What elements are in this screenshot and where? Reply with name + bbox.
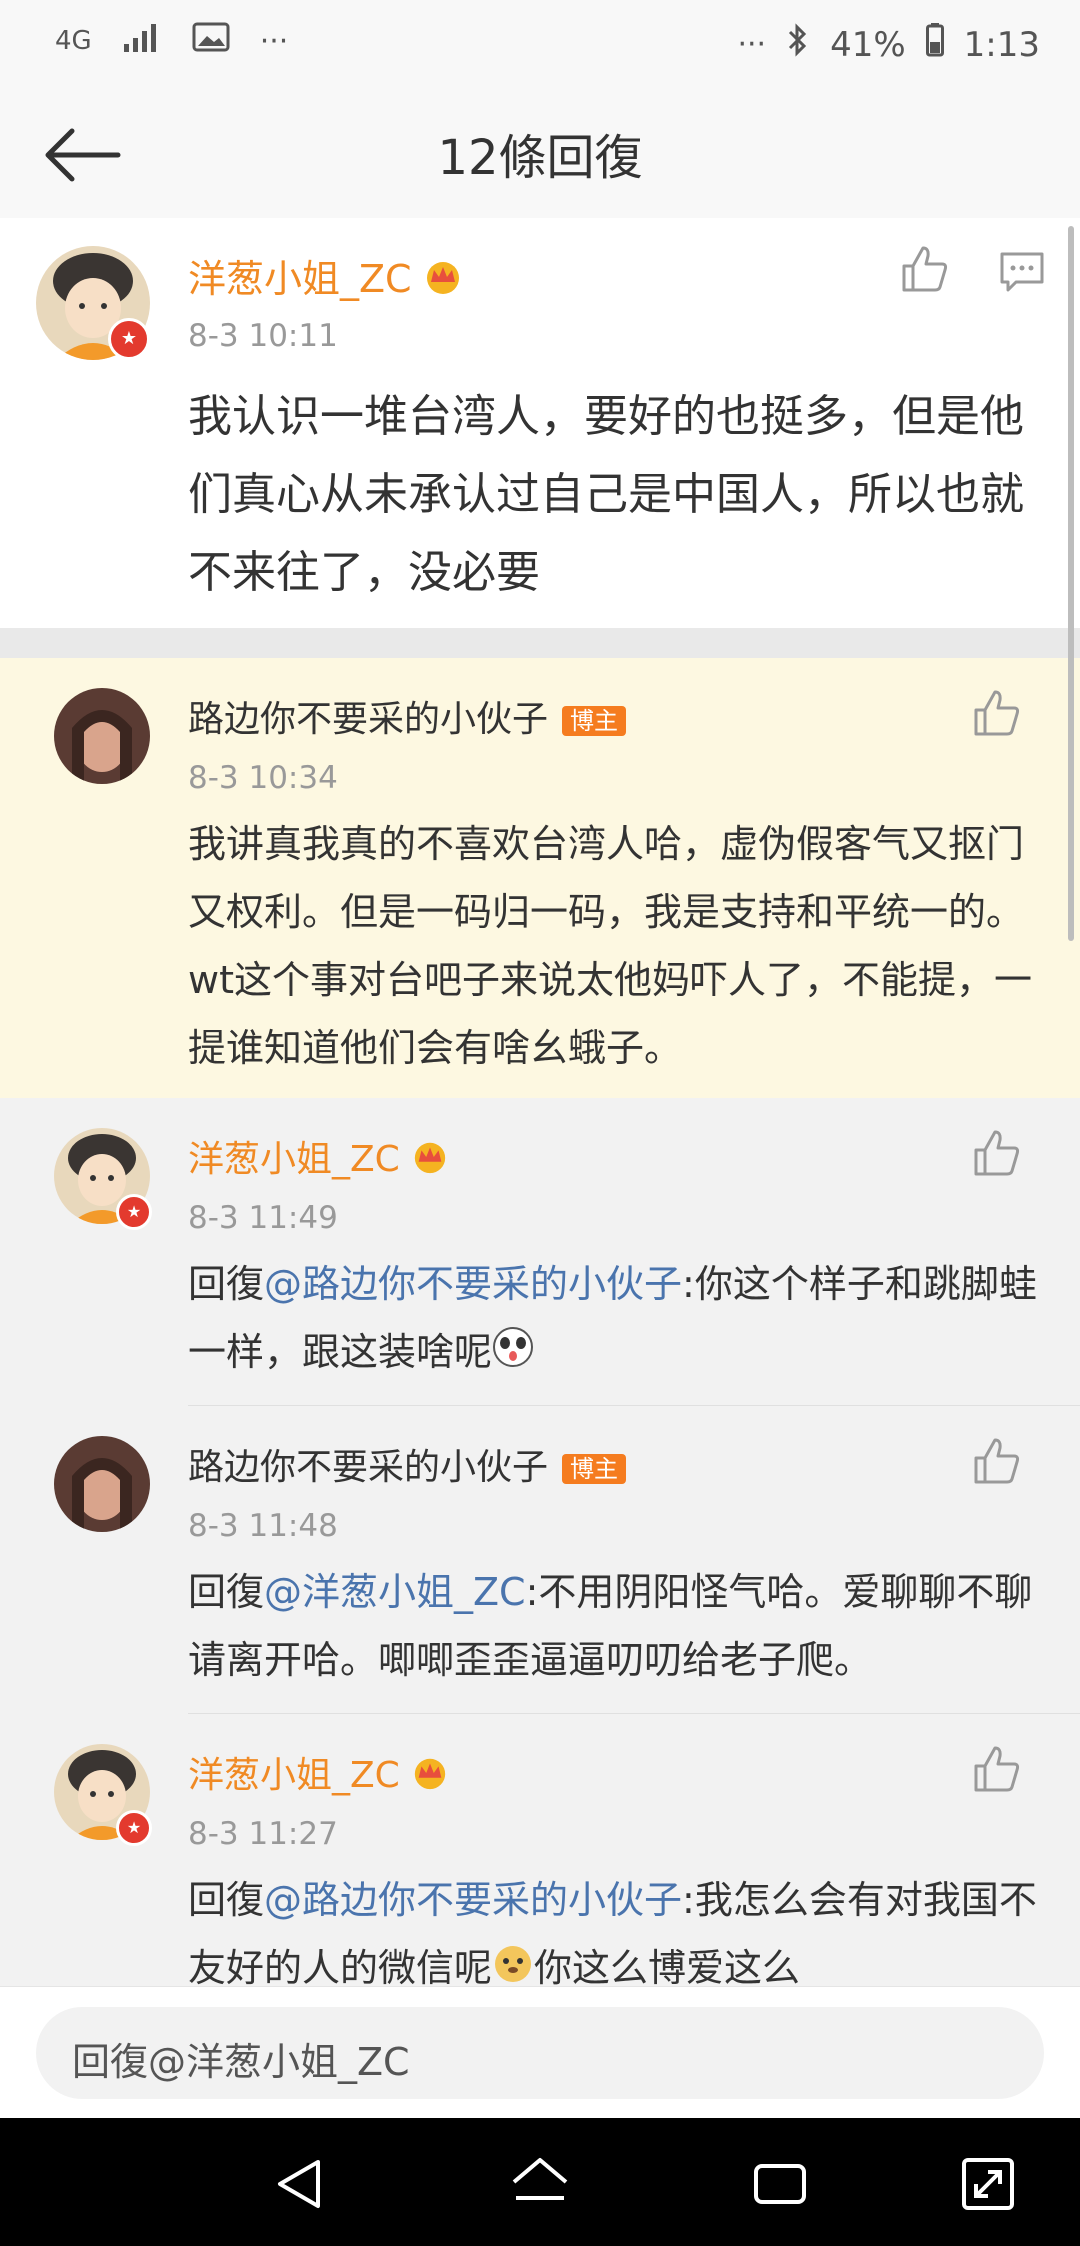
- page-title: 12條回復: [437, 130, 643, 186]
- back-nav-button[interactable]: [270, 2154, 330, 2214]
- more-icon: ···: [259, 23, 289, 59]
- reply-item[interactable]: 路边你不要采的小伙子 博主 8-3 10:34 我讲真我真的不喜欢台湾人哈，虚伪假…: [0, 658, 1080, 1098]
- reply-button[interactable]: [998, 250, 1048, 300]
- clock: 1:13: [963, 24, 1040, 65]
- more-icon: ···: [737, 27, 767, 62]
- comment-time: 8-3 11:49: [188, 1200, 338, 1236]
- comment-time: 8-3 11:27: [188, 1816, 338, 1852]
- thumbs-up-icon: [902, 246, 948, 292]
- home-nav-button[interactable]: [510, 2154, 570, 2214]
- reply-input-bar: 回復@洋葱小姐_ZC: [0, 1986, 1080, 2119]
- reply-input[interactable]: 回復@洋葱小姐_ZC: [36, 2007, 1044, 2099]
- comment-icon: [1000, 252, 1044, 292]
- comment-author[interactable]: 洋葱小姐_ZC: [188, 1746, 450, 1800]
- comment-time: 8-3 11:48: [188, 1508, 338, 1544]
- crown-icon: [410, 1755, 450, 1800]
- battery-percent: 41%: [830, 24, 906, 65]
- thumbs-up-icon: [974, 1130, 1020, 1176]
- comment-time: 8-3 10:34: [188, 760, 338, 796]
- comment-author[interactable]: 路边你不要采的小伙子 博主: [188, 690, 627, 742]
- verified-badge-icon: ★: [108, 318, 150, 360]
- bluetooth-icon: [786, 22, 810, 67]
- avatar[interactable]: [54, 1436, 150, 1532]
- comment-thread[interactable]: ★ 洋葱小姐_ZC 8-3 10:11 我认识一堆台湾人，要好的也挺多，但是他们…: [0, 218, 1080, 1986]
- like-button[interactable]: [972, 1744, 1022, 1794]
- reply-input-placeholder: 回復@洋葱小姐_ZC: [72, 2040, 410, 2084]
- comment-text: 回復@路边你不要采的小伙子:我怎么会有对我国不友好的人的微信呢 你这么博爱这么: [188, 1866, 1038, 1986]
- crown-icon: [422, 258, 464, 305]
- battery-icon: [925, 23, 944, 66]
- reply-item[interactable]: ★ 洋葱小姐_ZC 8-3 11:27 回復@路边你不要采的小伙子:我怎么会有对…: [0, 1714, 1080, 1986]
- status-bar: 4G ··· ··· 41% 1:13: [0, 0, 1080, 90]
- like-button[interactable]: [972, 688, 1022, 738]
- avatar[interactable]: [54, 688, 150, 784]
- mention-link[interactable]: @路边你不要采的小伙子: [264, 1878, 682, 1922]
- thumbs-up-icon: [974, 1438, 1020, 1484]
- signal-icon: [122, 22, 162, 60]
- expand-nav-button[interactable]: [958, 2154, 1018, 2214]
- comment-text: 回復@洋葱小姐_ZC:不用阴阳怪气哈。爱聊聊不聊请离开哈。唧唧歪歪逼逼叨叨给老子…: [188, 1570, 1033, 1682]
- divider: [0, 628, 1080, 658]
- top-nav-bar: 12條回復: [0, 90, 1080, 219]
- blogger-badge: 博主: [562, 706, 627, 736]
- comment-text: 我认识一堆台湾人，要好的也挺多，但是他们真心从未承认过自己是中国人，所以也就不来…: [188, 391, 1024, 598]
- triangle-back-icon: [278, 2160, 320, 2208]
- mention-link[interactable]: @路边你不要采的小伙子: [264, 1262, 682, 1306]
- panda-emoji-icon: [492, 1321, 534, 1389]
- like-button[interactable]: [972, 1128, 1022, 1178]
- recents-icon: [754, 2164, 806, 2204]
- blogger-badge: 博主: [562, 1454, 627, 1484]
- crown-icon: [410, 1139, 450, 1184]
- reply-item[interactable]: 路边你不要采的小伙子 博主 8-3 11:48 回復@洋葱小姐_ZC:不用阴阳怪气…: [0, 1406, 1080, 1714]
- like-button[interactable]: [900, 244, 950, 294]
- verified-badge-icon: ★: [116, 1194, 152, 1230]
- verified-badge-icon: ★: [116, 1810, 152, 1846]
- doge-emoji-icon: [492, 1937, 534, 1987]
- thumbs-up-icon: [974, 690, 1020, 736]
- comment-text: 我讲真我真的不喜欢台湾人哈，虚伪假客气又抠门又权利。但是一码归一码，我是支持和平…: [188, 822, 1032, 1070]
- recents-nav-button[interactable]: [750, 2154, 810, 2214]
- scrollbar[interactable]: [1068, 226, 1074, 941]
- system-nav-bar: [0, 2118, 1080, 2246]
- like-button[interactable]: [972, 1436, 1022, 1486]
- thumbs-up-icon: [974, 1746, 1020, 1792]
- comment-author[interactable]: 洋葱小姐_ZC: [188, 248, 464, 305]
- expand-icon: [962, 2158, 1014, 2210]
- image-icon: [192, 22, 230, 60]
- network-indicator: 4G: [55, 26, 92, 56]
- reply-item[interactable]: ★ 洋葱小姐_ZC 8-3 11:49 回復@路边你不要采的小伙子:你这个样子和…: [0, 1098, 1080, 1406]
- top-comment: ★ 洋葱小姐_ZC 8-3 10:11 我认识一堆台湾人，要好的也挺多，但是他们…: [0, 218, 1080, 628]
- comment-text: 回復@路边你不要采的小伙子:你这个样子和跳脚蛙一样，跟这装啥呢: [188, 1250, 1038, 1389]
- comment-time: 8-3 10:11: [188, 318, 338, 354]
- comment-author[interactable]: 洋葱小姐_ZC: [188, 1130, 450, 1184]
- mention-link[interactable]: @洋葱小姐_ZC: [264, 1570, 526, 1614]
- comment-author[interactable]: 路边你不要采的小伙子 博主: [188, 1438, 627, 1490]
- home-icon: [512, 2158, 568, 2200]
